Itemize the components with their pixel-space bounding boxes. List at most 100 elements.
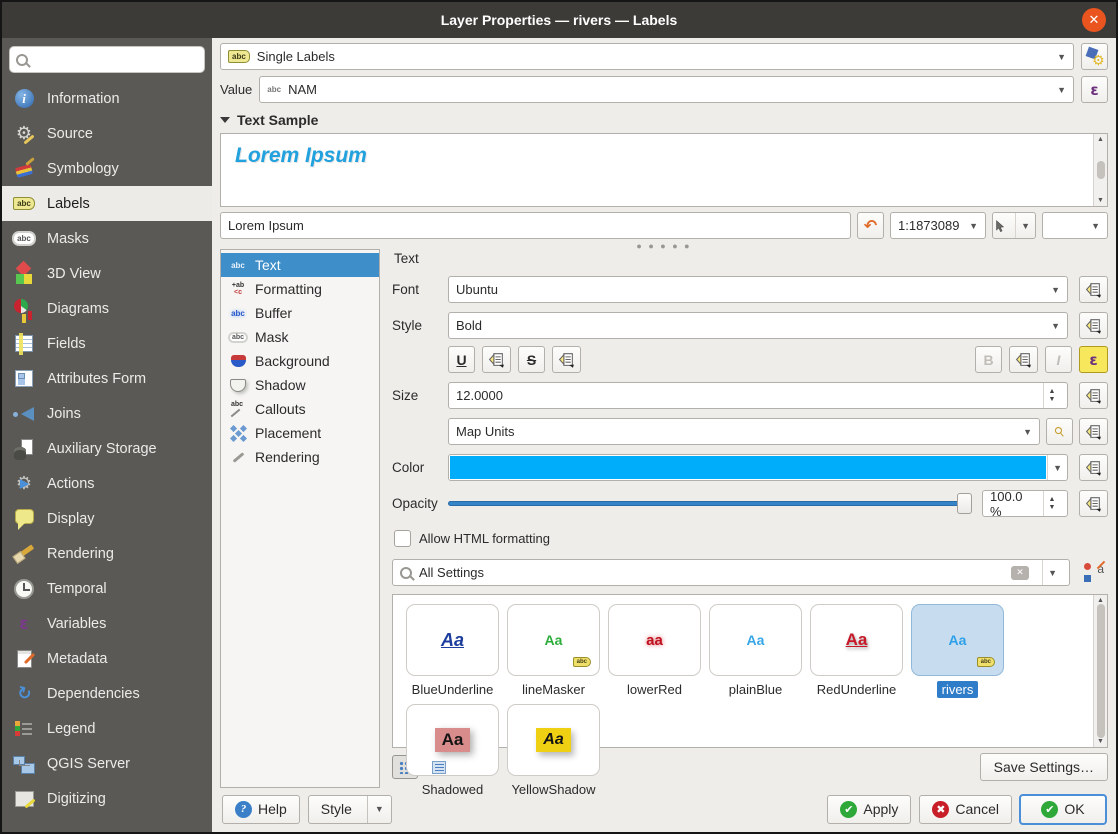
style-menu-button[interactable]: Style ▼ bbox=[308, 795, 392, 824]
scroll-up-icon[interactable]: ▲ bbox=[1097, 597, 1104, 604]
sidebar-item[interactable]: Source bbox=[2, 116, 212, 151]
opacity-slider[interactable] bbox=[448, 490, 972, 517]
style-label: Style bbox=[392, 318, 448, 333]
close-icon[interactable]: ✕ bbox=[1082, 8, 1106, 32]
units-override-button[interactable] bbox=[1079, 418, 1108, 445]
data-defined-icon bbox=[1084, 423, 1103, 440]
sidebar-item[interactable]: Actions bbox=[2, 466, 212, 501]
style-preset-card[interactable]: aa bbox=[608, 604, 701, 676]
label-mode-combo[interactable]: abc Single Labels ▼ bbox=[220, 43, 1074, 70]
opacity-spinbox[interactable]: 100.0 % ▲▼ bbox=[982, 490, 1068, 517]
sidebar-item[interactable]: Symbology bbox=[2, 151, 212, 186]
style-manager-button[interactable]: a bbox=[1081, 559, 1108, 586]
label-settings-tab[interactable]: Buffer bbox=[221, 301, 379, 325]
style-preset-card[interactable]: Aa abc bbox=[507, 604, 600, 676]
scroll-down-icon[interactable]: ▼ bbox=[1097, 197, 1104, 204]
font-color-button[interactable]: ▼ bbox=[448, 454, 1068, 481]
save-settings-button[interactable]: Save Settings… bbox=[980, 753, 1108, 781]
automated-placement-settings-button[interactable] bbox=[1081, 43, 1108, 70]
label-settings-tab[interactable]: Callouts bbox=[221, 397, 379, 421]
sidebar-item[interactable]: Variables bbox=[2, 606, 212, 641]
sidebar-item[interactable]: Masks bbox=[2, 221, 212, 256]
bold-button[interactable]: B bbox=[975, 346, 1002, 373]
scroll-thumb[interactable] bbox=[1097, 161, 1105, 179]
preview-background-combo[interactable]: ▼ bbox=[1042, 212, 1108, 239]
sidebar-item[interactable]: Rendering bbox=[2, 536, 212, 571]
opacity-override-button[interactable] bbox=[1079, 490, 1108, 517]
color-override-button[interactable] bbox=[1079, 454, 1108, 481]
cancel-button[interactable]: ✖ Cancel bbox=[919, 795, 1012, 824]
sidebar-item[interactable]: Display bbox=[2, 501, 212, 536]
sidebar-item[interactable]: Joins bbox=[2, 396, 212, 431]
label-settings-tab[interactable]: Placement bbox=[221, 421, 379, 445]
apply-button[interactable]: ✔ Apply bbox=[827, 795, 911, 824]
help-button[interactable]: ? Help bbox=[222, 795, 300, 824]
size-override-button[interactable] bbox=[1079, 382, 1108, 409]
style-override-button[interactable] bbox=[1079, 312, 1108, 339]
settings-search-combo[interactable]: All Settings ✕ ▼ bbox=[392, 559, 1070, 586]
label-settings-tab[interactable]: Shadow bbox=[221, 373, 379, 397]
strikethrough-override-button[interactable] bbox=[552, 346, 581, 373]
style-preset: Aa YellowShadow bbox=[503, 704, 604, 798]
chevron-down-icon: ▼ bbox=[969, 221, 978, 231]
preview-scale-combo[interactable]: 1:1873089 ▼ bbox=[890, 212, 986, 239]
scroll-thumb[interactable] bbox=[1097, 604, 1105, 738]
units-settings-button[interactable]: ⚲ bbox=[1046, 418, 1073, 445]
sidebar-search-input[interactable] bbox=[33, 52, 209, 67]
font-override-button[interactable] bbox=[1079, 276, 1108, 303]
style-preset-card[interactable]: Aa bbox=[406, 704, 499, 776]
clear-search-icon[interactable]: ✕ bbox=[1011, 566, 1029, 580]
value-field-combo[interactable]: abc NAM ▼ bbox=[259, 76, 1074, 103]
label-settings-tab[interactable]: Formatting bbox=[221, 277, 379, 301]
sidebar-item[interactable]: Legend bbox=[2, 711, 212, 746]
strikethrough-button[interactable]: S bbox=[518, 346, 545, 373]
scroll-up-icon[interactable]: ▲ bbox=[1097, 136, 1104, 143]
size-units-combo[interactable]: Map Units ▼ bbox=[448, 418, 1040, 445]
sidebar-item[interactable]: Metadata bbox=[2, 641, 212, 676]
bold-override-button[interactable] bbox=[1009, 346, 1038, 373]
ok-button[interactable]: ✔ OK bbox=[1020, 795, 1106, 824]
sidebar-item[interactable]: Dependencies bbox=[2, 676, 212, 711]
style-combo[interactable]: Bold ▼ bbox=[448, 312, 1068, 339]
sidebar-search[interactable] bbox=[9, 46, 205, 73]
scroll-down-icon[interactable]: ▼ bbox=[1097, 738, 1104, 745]
sidebar-item[interactable]: Temporal bbox=[2, 571, 212, 606]
sidebar-item[interactable]: 3D View bbox=[2, 256, 212, 291]
allow-html-checkbox[interactable] bbox=[394, 530, 411, 547]
sidebar-item[interactable]: Information bbox=[2, 81, 212, 116]
spin-arrows-icon[interactable]: ▲▼ bbox=[1043, 383, 1060, 408]
label-settings-tab[interactable]: Background bbox=[221, 349, 379, 373]
spin-arrows-icon[interactable]: ▲▼ bbox=[1043, 491, 1060, 516]
style-preset-card[interactable]: Aa abc bbox=[911, 604, 1004, 676]
expression-builder-button[interactable]: ε bbox=[1081, 76, 1108, 103]
set-to-current-scale-button[interactable]: ▼ bbox=[992, 212, 1036, 239]
size-spinbox[interactable]: 12.0000 ▲▼ bbox=[448, 382, 1068, 409]
splitter-handle[interactable]: ● ● ● ● ● bbox=[220, 242, 1108, 249]
sidebar-item[interactable]: QGIS Server bbox=[2, 746, 212, 781]
sample-text-input[interactable]: Lorem Ipsum bbox=[220, 212, 851, 239]
sidebar-item[interactable]: Labels bbox=[2, 186, 212, 221]
style-preset-card[interactable]: Aa bbox=[709, 604, 802, 676]
slider-handle[interactable] bbox=[957, 493, 972, 514]
sidebar-item[interactable]: Attributes Form bbox=[2, 361, 212, 396]
label-settings-tab[interactable]: Rendering bbox=[221, 445, 379, 469]
sidebar-item[interactable]: Diagrams bbox=[2, 291, 212, 326]
reset-sample-button[interactable]: ↶ bbox=[857, 212, 884, 239]
sidebar-item[interactable]: Digitizing bbox=[2, 781, 212, 816]
italic-button[interactable]: I bbox=[1045, 346, 1072, 373]
italic-override-button[interactable]: ε bbox=[1079, 346, 1108, 373]
style-preset-card[interactable]: Aa bbox=[507, 704, 600, 776]
style-preset-card[interactable]: Aa bbox=[810, 604, 903, 676]
sidebar-item[interactable]: Auxiliary Storage bbox=[2, 431, 212, 466]
underline-override-button[interactable] bbox=[482, 346, 511, 373]
text-sample-header[interactable]: Text Sample bbox=[220, 107, 1108, 133]
font-combo[interactable]: Ubuntu ▼ bbox=[448, 276, 1068, 303]
sample-scrollbar[interactable]: ▲ ▼ bbox=[1093, 134, 1107, 206]
presets-scrollbar[interactable]: ▲ ▼ bbox=[1093, 595, 1107, 747]
sidebar-item[interactable]: Fields bbox=[2, 326, 212, 361]
label-settings-tab[interactable]: Mask bbox=[221, 325, 379, 349]
label-settings-tab[interactable]: Text bbox=[221, 253, 379, 277]
callouts-tab-icon bbox=[228, 400, 248, 418]
underline-button[interactable]: U bbox=[448, 346, 475, 373]
style-preset-card[interactable]: Aa bbox=[406, 604, 499, 676]
